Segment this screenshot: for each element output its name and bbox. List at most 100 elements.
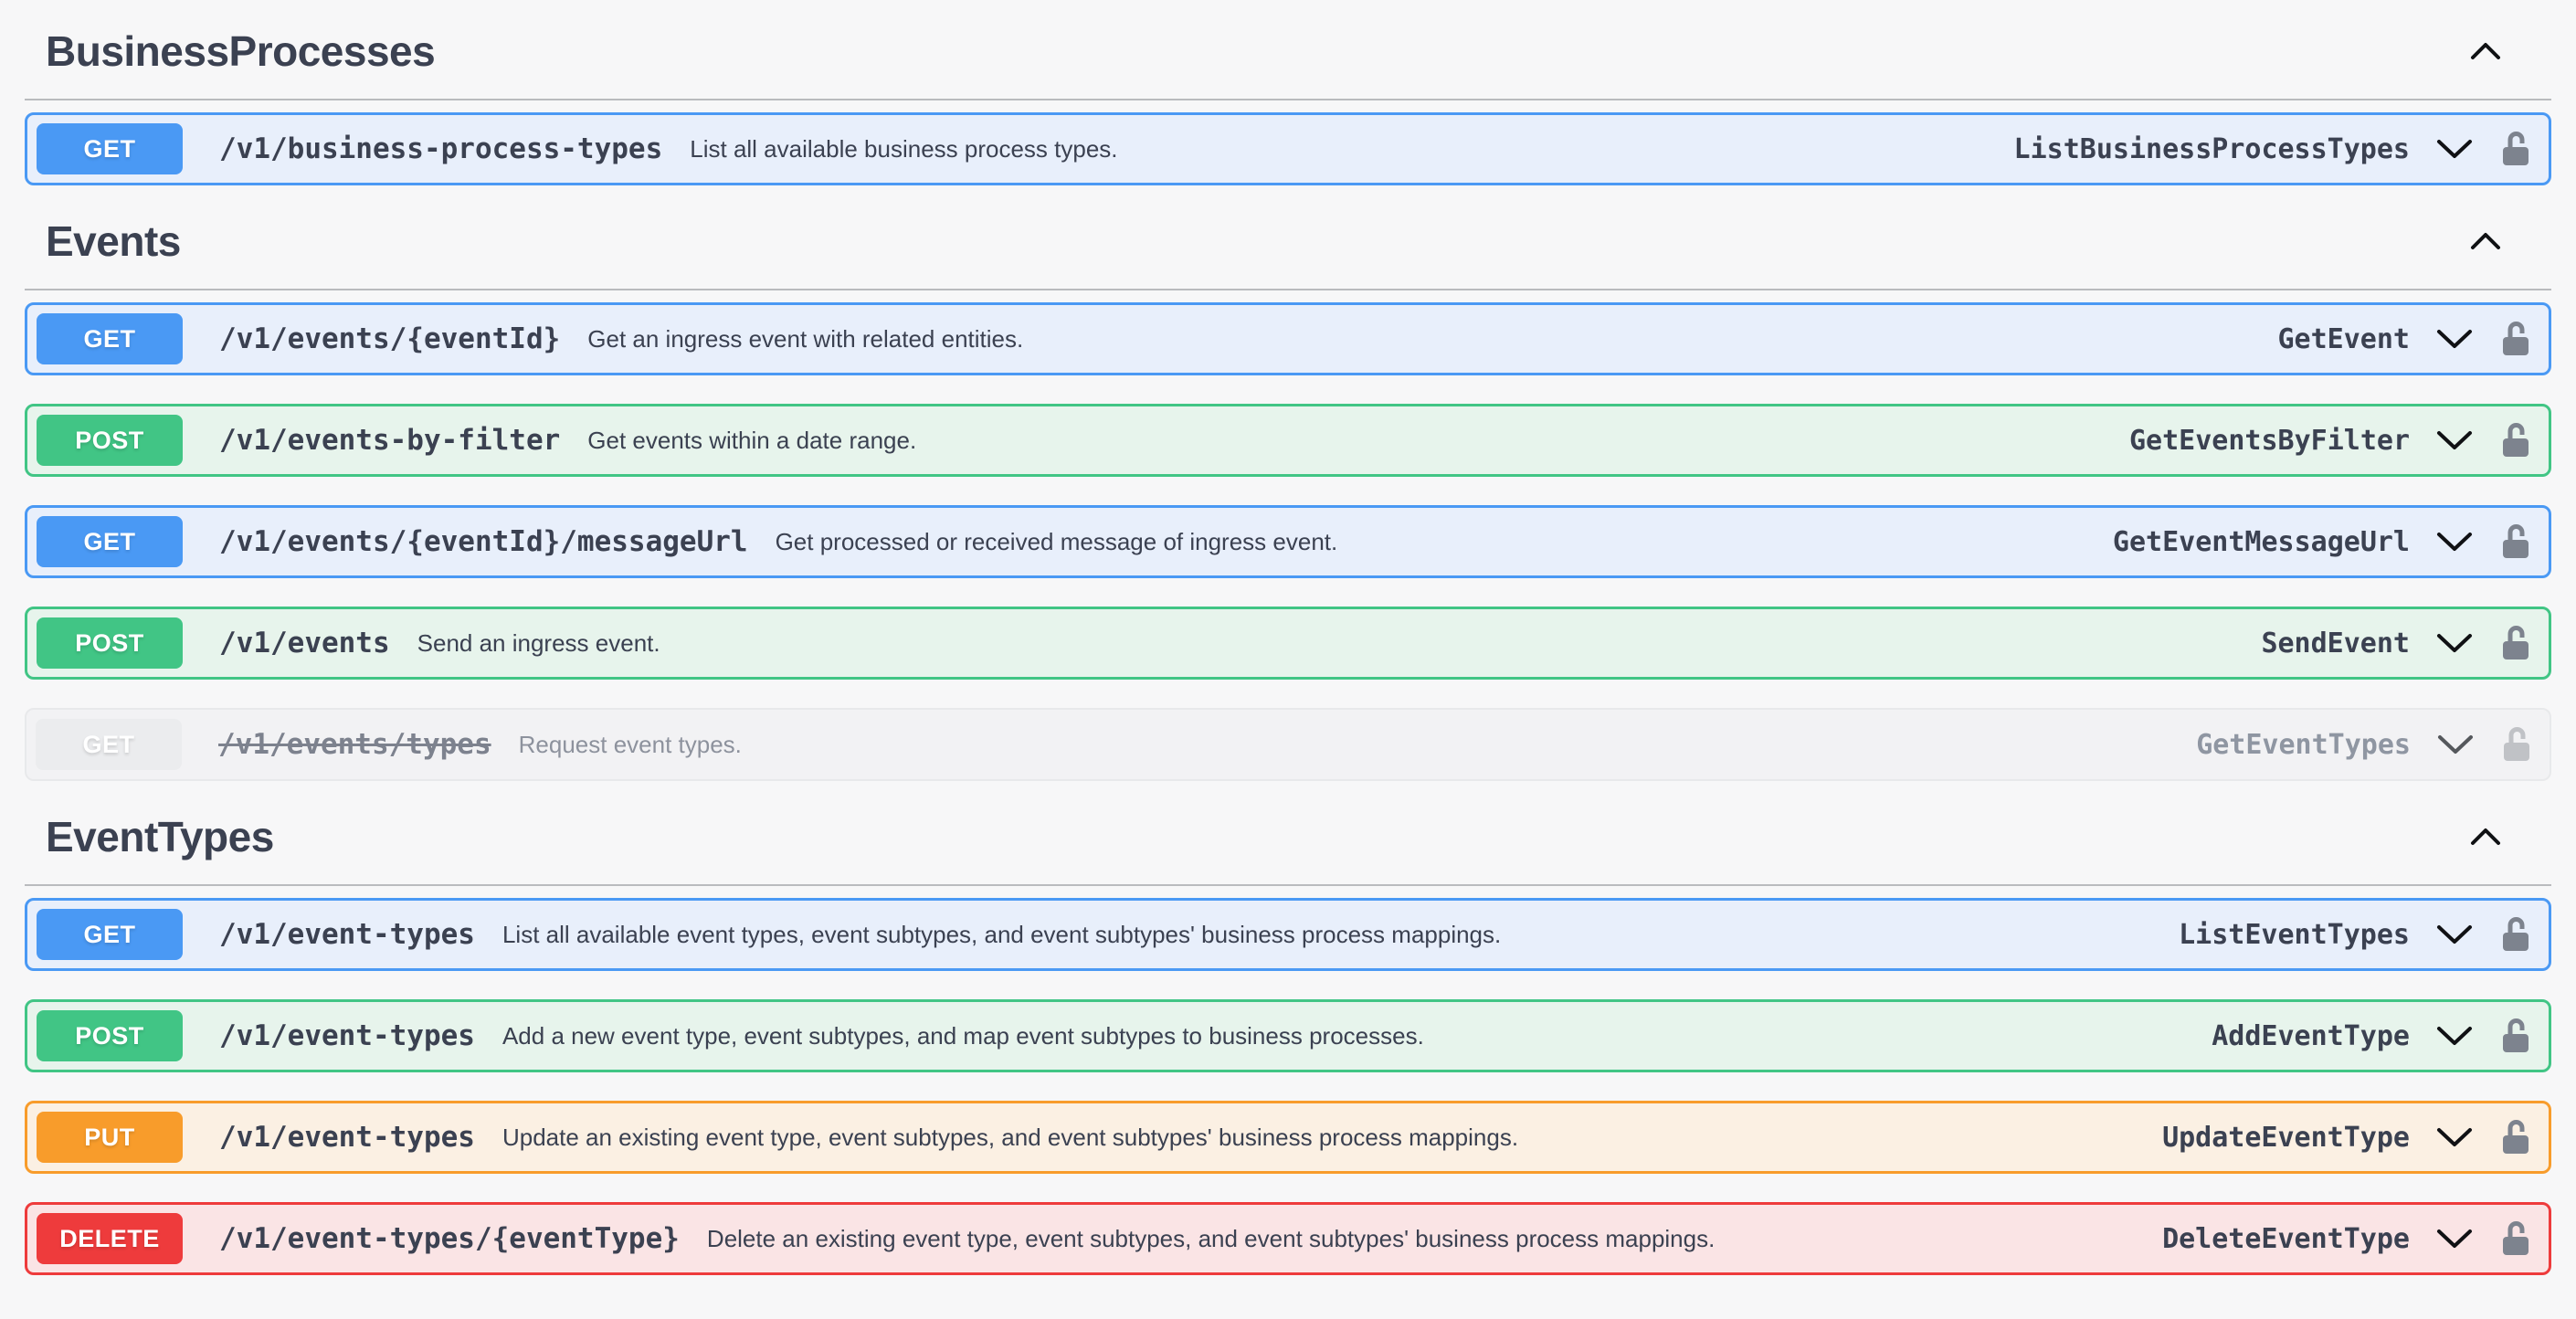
expand-operation-button[interactable]	[2435, 1126, 2474, 1148]
method-badge: POST	[37, 1010, 183, 1061]
operation-description: Request event types.	[519, 731, 742, 759]
api-doc-page: BusinessProcesses GET /v1/business-proce…	[0, 0, 2576, 1275]
endpoint-path[interactable]: /v1/events-by-filter	[219, 424, 560, 457]
chevron-down-icon	[2435, 531, 2474, 553]
unlocked-padlock-icon	[2501, 916, 2530, 953]
unlocked-padlock-icon	[2501, 1119, 2530, 1155]
operation-description: Send an ingress event.	[417, 629, 660, 658]
section-title: BusinessProcesses	[46, 26, 435, 76]
unlocked-padlock-icon	[2502, 726, 2531, 763]
operation-id: GetEventsByFilter	[2129, 425, 2410, 457]
chevron-up-icon	[2470, 232, 2501, 250]
authorize-button[interactable]	[2502, 726, 2531, 763]
operation-description: Get events within a date range.	[587, 427, 916, 455]
unlocked-padlock-icon	[2501, 1018, 2530, 1054]
endpoint-path[interactable]: /v1/event-types	[219, 918, 475, 951]
operation-row[interactable]: GET /v1/events/{eventId} Get an ingress …	[25, 302, 2551, 375]
expand-operation-button[interactable]	[2435, 923, 2474, 945]
operation-description: Add a new event type, event subtypes, an…	[502, 1022, 1424, 1050]
chevron-down-icon	[2435, 632, 2474, 654]
authorize-button[interactable]	[2501, 1119, 2530, 1155]
endpoint-path[interactable]: /v1/events/{eventId}/messageUrl	[219, 525, 748, 558]
method-badge: PUT	[37, 1112, 183, 1163]
method-badge: DELETE	[37, 1213, 183, 1264]
collapse-section-button[interactable]	[2470, 828, 2501, 846]
operation-row-deprecated[interactable]: GET /v1/events/types Request event types…	[25, 708, 2551, 781]
authorize-button[interactable]	[2501, 625, 2530, 661]
authorize-button[interactable]	[2501, 1018, 2530, 1054]
chevron-down-icon	[2435, 1126, 2474, 1148]
operation-description: List all available business process type…	[690, 135, 1117, 164]
operation-row[interactable]: GET /v1/event-types List all available e…	[25, 898, 2551, 971]
endpoint-path[interactable]: /v1/events/{eventId}	[219, 322, 560, 355]
chevron-down-icon	[2435, 328, 2474, 350]
expand-operation-button[interactable]	[2435, 1025, 2474, 1047]
method-badge: POST	[37, 617, 183, 669]
method-badge: POST	[37, 415, 183, 466]
authorize-button[interactable]	[2501, 916, 2530, 953]
operation-row[interactable]: POST /v1/events Send an ingress event. S…	[25, 607, 2551, 680]
endpoint-path[interactable]: /v1/event-types	[219, 1121, 475, 1154]
collapse-section-button[interactable]	[2470, 42, 2501, 60]
chevron-down-icon	[2435, 1025, 2474, 1047]
operation-id: ListEventTypes	[2179, 919, 2410, 951]
operation-row[interactable]: GET /v1/business-process-types List all …	[25, 112, 2551, 185]
operation-row[interactable]: GET /v1/events/{eventId}/messageUrl Get …	[25, 505, 2551, 578]
expand-operation-button[interactable]	[2435, 531, 2474, 553]
endpoint-path[interactable]: /v1/events	[219, 627, 390, 660]
section-header[interactable]: EventTypes	[25, 809, 2551, 864]
operation-description: Get an ingress event with related entiti…	[587, 325, 1023, 353]
unlocked-padlock-icon	[2501, 625, 2530, 661]
chevron-down-icon	[2435, 923, 2474, 945]
authorize-button[interactable]	[2501, 422, 2530, 459]
expand-operation-button[interactable]	[2435, 429, 2474, 451]
method-badge: GET	[37, 516, 183, 567]
expand-operation-button[interactable]	[2435, 632, 2474, 654]
section-header[interactable]: Events	[25, 214, 2551, 269]
method-badge: GET	[36, 719, 182, 770]
method-badge: GET	[37, 313, 183, 364]
chevron-up-icon	[2470, 42, 2501, 60]
operation-id: AddEventType	[2212, 1020, 2410, 1052]
authorize-button[interactable]	[2501, 523, 2530, 560]
operation-row[interactable]: PUT /v1/event-types Update an existing e…	[25, 1101, 2551, 1174]
operation-description: Get processed or received message of ing…	[776, 528, 1338, 556]
operation-id: GetEventMessageUrl	[2113, 526, 2410, 558]
section-header[interactable]: BusinessProcesses	[25, 24, 2551, 79]
endpoint-path[interactable]: /v1/event-types	[219, 1019, 475, 1052]
chevron-down-icon	[2435, 429, 2474, 451]
operation-description: List all available event types, event su…	[502, 921, 1501, 949]
operation-row[interactable]: POST /v1/events-by-filter Get events wit…	[25, 404, 2551, 477]
endpoint-path[interactable]: /v1/event-types/{eventType}	[219, 1222, 680, 1255]
chevron-down-icon	[2435, 1228, 2474, 1250]
section-eventtypes: EventTypes GET /v1/event-types List all …	[25, 809, 2551, 1275]
operation-id: UpdateEventType	[2162, 1122, 2410, 1154]
operation-id: GetEvent	[2278, 323, 2411, 355]
endpoint-path[interactable]: /v1/events/types	[218, 728, 491, 761]
operation-row[interactable]: DELETE /v1/event-types/{eventType} Delet…	[25, 1202, 2551, 1275]
expand-operation-button[interactable]	[2436, 733, 2475, 755]
expand-operation-button[interactable]	[2435, 1228, 2474, 1250]
authorize-button[interactable]	[2501, 131, 2530, 167]
operation-row[interactable]: POST /v1/event-types Add a new event typ…	[25, 999, 2551, 1072]
expand-operation-button[interactable]	[2435, 138, 2474, 160]
expand-operation-button[interactable]	[2435, 328, 2474, 350]
authorize-button[interactable]	[2501, 321, 2530, 357]
section-events: Events GET /v1/events/{eventId} Get an i…	[25, 214, 2551, 781]
unlocked-padlock-icon	[2501, 422, 2530, 459]
authorize-button[interactable]	[2501, 1220, 2530, 1257]
section-divider	[25, 99, 2551, 100]
section-title: Events	[46, 216, 181, 266]
method-badge: GET	[37, 123, 183, 174]
operation-description: Update an existing event type, event sub…	[502, 1124, 1518, 1152]
endpoint-path[interactable]: /v1/business-process-types	[219, 132, 662, 165]
operation-id: SendEvent	[2261, 628, 2410, 660]
chevron-down-icon	[2435, 138, 2474, 160]
section-divider	[25, 289, 2551, 290]
unlocked-padlock-icon	[2501, 1220, 2530, 1257]
operation-description: Delete an existing event type, event sub…	[707, 1225, 1715, 1253]
unlocked-padlock-icon	[2501, 321, 2530, 357]
chevron-down-icon	[2436, 733, 2475, 755]
operation-id: ListBusinessProcessTypes	[2014, 133, 2410, 165]
collapse-section-button[interactable]	[2470, 232, 2501, 250]
